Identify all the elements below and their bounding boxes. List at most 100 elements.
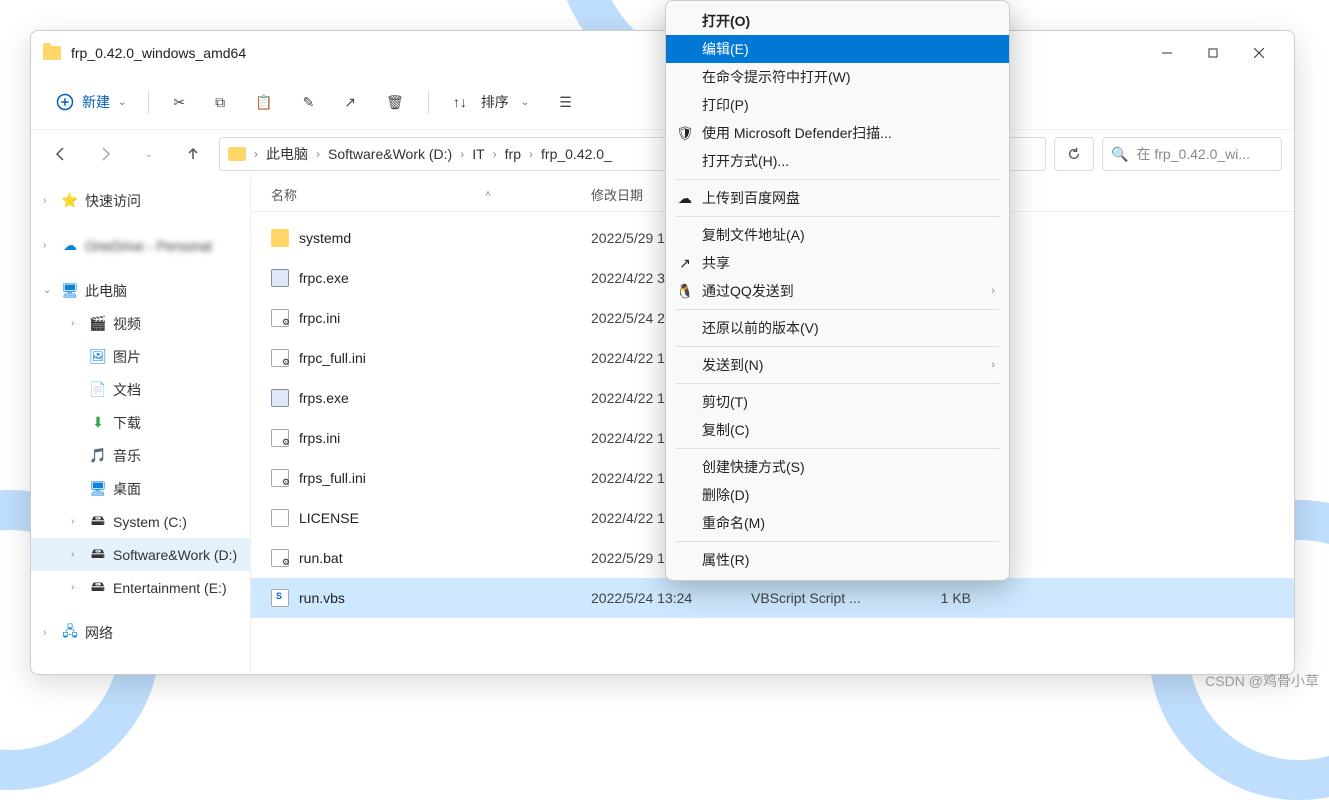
menu-item[interactable]: 删除(D) [666, 481, 1009, 509]
ini-icon [271, 469, 289, 487]
menu-label: 删除(D) [702, 485, 749, 505]
sidebar-network[interactable]: ›🖧网络 [31, 616, 250, 649]
file-name: run.vbs [299, 590, 345, 606]
sort-button[interactable]: ↑↓ 排序 ⌄ [441, 86, 541, 118]
forward-button[interactable] [87, 136, 123, 172]
file-row[interactable]: run.vbs 2022/5/24 13:24 VBScript Script … [251, 578, 1294, 618]
refresh-button[interactable] [1054, 137, 1094, 171]
exe-icon [271, 389, 289, 407]
menu-icon: ☁ [676, 190, 694, 207]
sidebar-thispc[interactable]: ⌄🖥此电脑 [31, 274, 250, 307]
file-date: 2022/5/24 13:24 [591, 590, 731, 606]
sidebar-softwarework[interactable]: ›🖴Software&Work (D:) [31, 538, 250, 571]
menu-item[interactable]: 打开方式(H)... [666, 147, 1009, 175]
sidebar-documents[interactable]: 📄文档 [31, 373, 250, 406]
sidebar-music[interactable]: 🎵音乐 [31, 439, 250, 472]
delete-button[interactable]: 🗑 [374, 88, 416, 117]
menu-item[interactable]: 重命名(M) [666, 509, 1009, 537]
ini-icon [271, 309, 289, 327]
file-name: frps.ini [299, 430, 340, 446]
menu-item[interactable]: 🛡使用 Microsoft Defender扫描... [666, 119, 1009, 147]
menu-item[interactable]: 属性(R) [666, 546, 1009, 574]
copy-button[interactable]: ⧉ [203, 88, 237, 117]
crumb-current[interactable]: frp_0.42.0_ [541, 146, 612, 162]
watermark: CSDN @鸡骨小草 [1205, 671, 1319, 691]
up-button[interactable] [175, 136, 211, 172]
menu-label: 打开方式(H)... [702, 151, 789, 171]
ini-icon [271, 429, 289, 447]
menu-label: 创建快捷方式(S) [702, 457, 805, 477]
menu-label: 重命名(M) [702, 513, 765, 533]
sidebar-desktop[interactable]: 🖥桌面 [31, 472, 250, 505]
recent-dropdown[interactable]: ⌄ [131, 136, 167, 172]
cut-button[interactable]: ✂ [161, 88, 197, 117]
search-input[interactable]: 🔍 在 frp_0.42.0_wi... [1102, 137, 1282, 171]
col-name[interactable]: 名称˄ [271, 185, 591, 204]
menu-item[interactable]: 复制(C) [666, 416, 1009, 444]
view-button[interactable]: ☰ [547, 88, 584, 117]
txt-icon [271, 509, 289, 527]
menu-item[interactable]: 打开(O) [666, 7, 1009, 35]
menu-label: 复制(C) [702, 420, 749, 440]
share-button[interactable]: ↗ [332, 88, 368, 117]
sidebar-onedrive[interactable]: ›☁OneDrive - Personal [31, 229, 250, 262]
sidebar-downloads[interactable]: ⬇下载 [31, 406, 250, 439]
toolbar: 新建 ⌄ ✂ ⧉ 📋 ✎ ↗ 🗑 ↑↓ 排序 ⌄ ☰ [31, 75, 1294, 130]
file-size: 1 KB [901, 590, 971, 606]
exe-icon [271, 269, 289, 287]
menu-icon: 🛡 [676, 125, 694, 142]
file-name: LICENSE [299, 510, 359, 526]
folder-icon [43, 46, 61, 60]
new-button[interactable]: 新建 ⌄ [46, 86, 136, 118]
menu-item[interactable]: 在命令提示符中打开(W) [666, 63, 1009, 91]
file-name: frps.exe [299, 390, 349, 406]
explorer-window: frp_0.42.0_windows_amd64 新建 ⌄ ✂ ⧉ 📋 ✎ ↗ … [30, 30, 1295, 675]
folder-icon [228, 147, 246, 161]
crumb-drive[interactable]: Software&Work (D:) [328, 146, 452, 162]
menu-item[interactable]: 还原以前的版本(V) [666, 314, 1009, 342]
rename-button[interactable]: ✎ [291, 88, 327, 117]
menu-item[interactable]: 编辑(E) [666, 35, 1009, 63]
minimize-button[interactable] [1144, 37, 1190, 69]
menu-label: 还原以前的版本(V) [702, 318, 819, 338]
file-name: frpc_full.ini [299, 350, 366, 366]
menu-item[interactable]: 发送到(N)› [666, 351, 1009, 379]
paste-button[interactable]: 📋 [243, 88, 284, 117]
menu-item[interactable]: ☁上传到百度网盘 [666, 184, 1009, 212]
sidebar-quick-access[interactable]: ›⭐快速访问 [31, 184, 250, 217]
file-name: frpc.exe [299, 270, 349, 286]
close-button[interactable] [1236, 37, 1282, 69]
menu-label: 共享 [702, 253, 730, 273]
file-type: VBScript Script ... [731, 590, 901, 606]
menu-item[interactable]: 创建快捷方式(S) [666, 453, 1009, 481]
sidebar-pictures[interactable]: 🖼图片 [31, 340, 250, 373]
menu-item[interactable]: ↗ 共享 [666, 249, 1009, 277]
menu-label: 通过QQ发送到 [702, 281, 794, 301]
nav-row: ⌄ › 此电脑› Software&Work (D:)› IT› frp› fr… [31, 130, 1294, 178]
ini-icon [271, 549, 289, 567]
vbs-icon [271, 589, 289, 607]
back-button[interactable] [43, 136, 79, 172]
menu-icon: 🐧 [676, 283, 694, 300]
menu-item[interactable]: 剪切(T) [666, 388, 1009, 416]
menu-item[interactable]: 复制文件地址(A) [666, 221, 1009, 249]
crumb-thispc[interactable]: 此电脑 [266, 144, 308, 164]
menu-label: 在命令提示符中打开(W) [702, 67, 851, 87]
menu-label: 打印(P) [702, 95, 749, 115]
crumb-frp[interactable]: frp [505, 146, 521, 162]
submenu-arrow-icon: › [991, 285, 995, 297]
file-name: systemd [299, 230, 351, 246]
titlebar: frp_0.42.0_windows_amd64 [31, 31, 1294, 75]
crumb-it[interactable]: IT [472, 146, 484, 162]
menu-icon: ↗ [676, 255, 694, 272]
menu-label: 发送到(N) [702, 355, 763, 375]
sidebar-entertainment[interactable]: ›🖴Entertainment (E:) [31, 571, 250, 604]
menu-label: 剪切(T) [702, 392, 748, 412]
sidebar-systemc[interactable]: ›🖴System (C:) [31, 505, 250, 538]
menu-item[interactable]: 🐧 通过QQ发送到 › [666, 277, 1009, 305]
menu-label: 属性(R) [702, 550, 749, 570]
sidebar-video[interactable]: ›🎬视频 [31, 307, 250, 340]
sidebar: ›⭐快速访问 ›☁OneDrive - Personal ⌄🖥此电脑 ›🎬视频 … [31, 178, 251, 674]
menu-item[interactable]: 打印(P) [666, 91, 1009, 119]
maximize-button[interactable] [1190, 37, 1236, 69]
